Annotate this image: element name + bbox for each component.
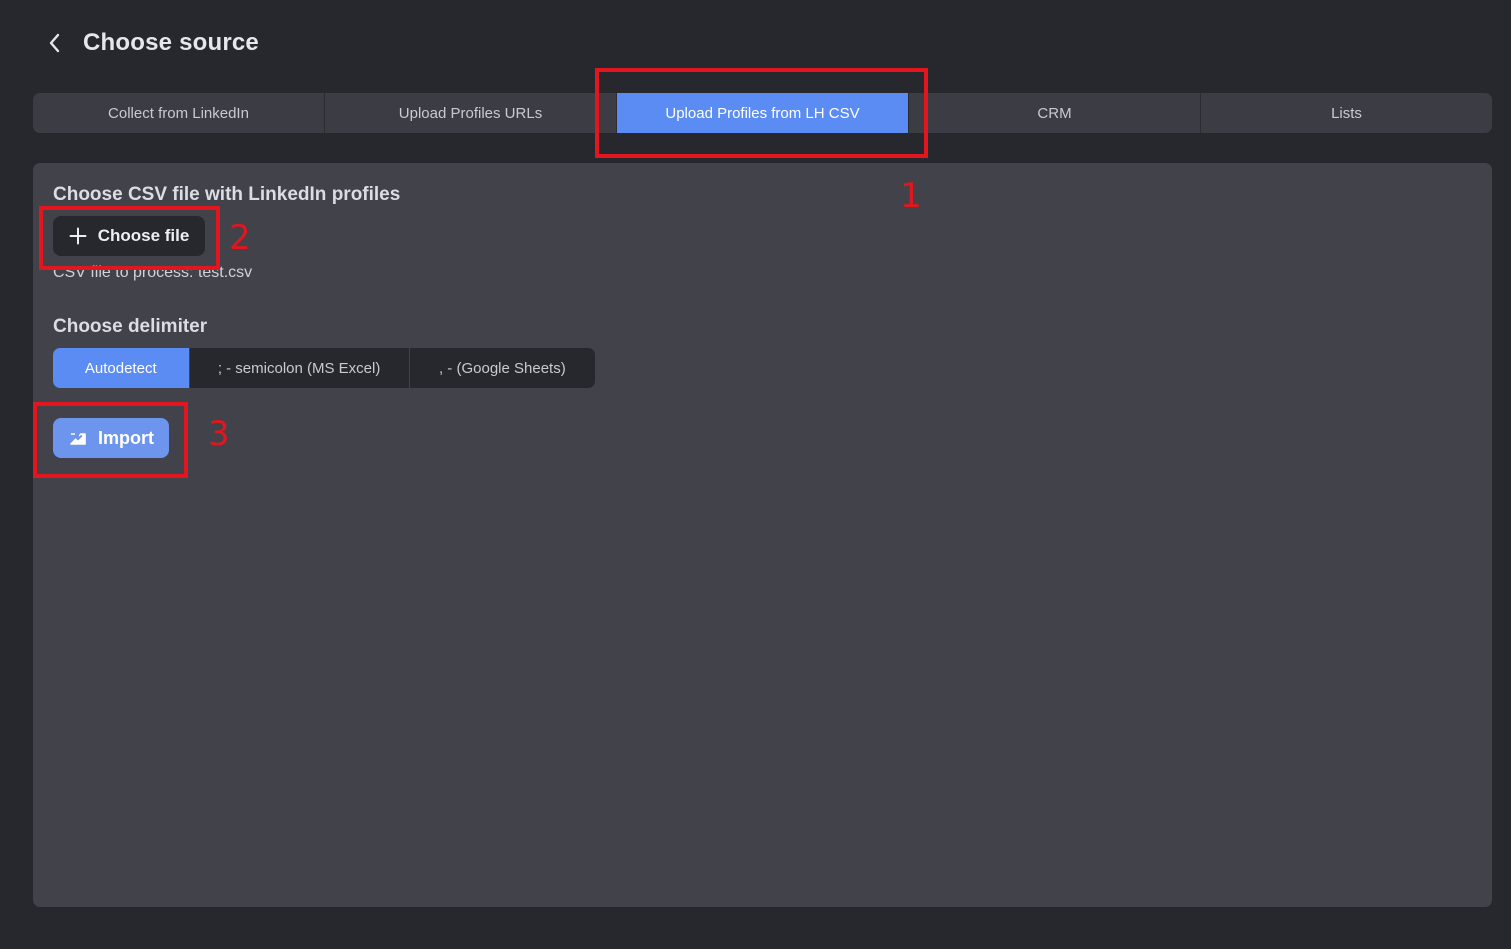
annotation-number-3: 3 (208, 414, 230, 454)
delimiter-autodetect[interactable]: Autodetect (53, 348, 190, 388)
source-tabs: Collect from LinkedIn Upload Profiles UR… (33, 93, 1492, 133)
csv-section-title: Choose CSV file with LinkedIn profiles (53, 184, 401, 205)
tab-collect-from-linkedin[interactable]: Collect from LinkedIn (33, 93, 325, 133)
annotation-number-2: 2 (229, 218, 251, 258)
import-button[interactable]: Import (53, 418, 169, 458)
plus-icon (69, 227, 87, 245)
back-button[interactable] (40, 24, 68, 62)
delimiter-comma[interactable]: , - (Google Sheets) (410, 348, 595, 388)
import-label: Import (98, 427, 154, 448)
page-title: Choose source (83, 29, 259, 56)
tab-crm[interactable]: CRM (909, 93, 1201, 133)
csv-upload-panel: Choose CSV file with LinkedIn profiles C… (33, 163, 1492, 907)
choose-file-button[interactable]: Choose file (53, 216, 205, 256)
chevron-left-icon (49, 33, 60, 53)
import-box-icon (70, 430, 86, 445)
header: Choose source (40, 24, 259, 62)
tab-upload-profiles-urls[interactable]: Upload Profiles URLs (325, 93, 617, 133)
tab-upload-profiles-from-lh-csv[interactable]: Upload Profiles from LH CSV (617, 93, 909, 133)
choose-file-label: Choose file (97, 226, 190, 245)
tab-lists[interactable]: Lists (1201, 93, 1492, 133)
delimiter-selector: Autodetect ; - semicolon (MS Excel) , - … (53, 348, 595, 388)
delimiter-section-title: Choose delimiter (53, 316, 208, 337)
delimiter-semicolon[interactable]: ; - semicolon (MS Excel) (190, 348, 410, 388)
file-to-process-text: CSV file to process: test.csv (53, 264, 253, 281)
annotation-number-1: 1 (900, 176, 922, 216)
